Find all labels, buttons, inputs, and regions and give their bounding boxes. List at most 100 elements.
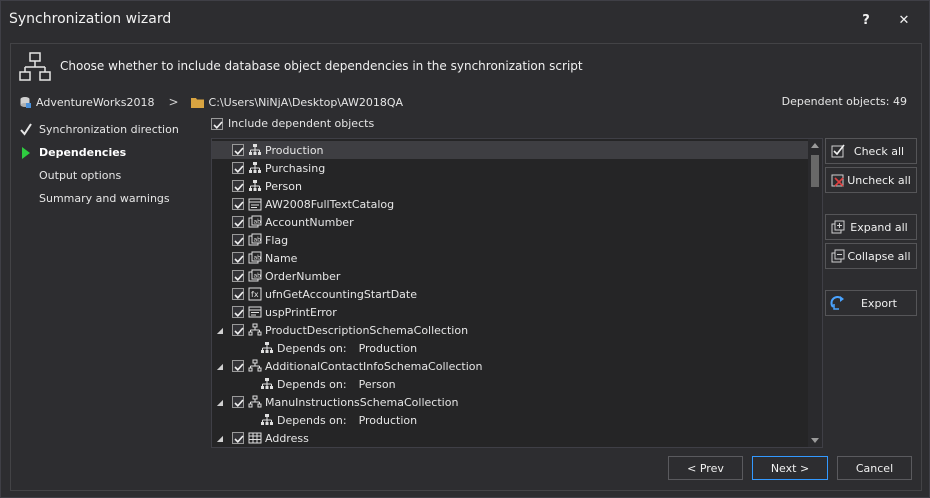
tree-item-checkbox[interactable] [232,252,244,264]
step-label: Output options [39,169,122,182]
export-icon [830,296,844,310]
tree-item[interactable]: AW2008FullTextCatalog [212,195,808,213]
export-button[interactable]: Export [825,290,917,316]
tree-item-checkbox[interactable] [232,396,244,408]
header-description: Choose whether to include database objec… [60,59,583,73]
tree-item[interactable]: ab OrderNumber [212,267,808,285]
user-defined-type-icon: ab [248,269,262,283]
scroll-up-arrow-icon[interactable] [811,143,819,148]
current-step-arrow-icon [22,147,30,159]
tree-item-checkbox[interactable] [232,198,244,210]
depends-on-value: Production [358,341,418,355]
tree-item[interactable]: fx ufnGetAccountingStartDate [212,285,808,303]
dependency-detail-row[interactable]: Depends on: Person [212,375,808,393]
tree-item-checkbox[interactable] [232,162,244,174]
tree-item-label: AccountNumber [265,215,354,229]
tree-item-checkbox[interactable] [232,216,244,228]
tree-item-checkbox[interactable] [232,270,244,282]
tree-item[interactable]: ab Name [212,249,808,267]
tree-item[interactable]: ab AccountNumber [212,213,808,231]
dependency-detail-row[interactable]: Depends on: Production [212,411,808,429]
dependencies-tree[interactable]: Production Purchasing Person AW2008FullText… [211,138,823,448]
help-button[interactable]: ? [854,9,878,31]
tree-item[interactable]: Production [212,141,808,159]
uncheck-all-button[interactable]: Uncheck all [825,167,917,193]
tree-item-checkbox[interactable] [232,324,244,336]
check-all-icon [831,144,845,158]
tree-item-label: ManuInstructionsSchemaCollection [265,395,459,409]
step-label: Dependencies [39,146,127,159]
tree-item[interactable]: ◢ ProductDescriptionSchemaCollection [212,321,808,339]
tree-item[interactable]: ◢ AdditionalContactInfoSchemaCollection [212,357,808,375]
expand-toggle-icon[interactable]: ◢ [214,398,226,407]
svg-text:fx: fx [251,290,259,299]
step-output-options[interactable]: Output options [17,168,207,191]
depends-on-label: Depends on: [277,377,347,391]
user-defined-type-icon: ab [248,215,262,229]
scroll-thumb[interactable] [811,155,819,187]
step-label: Synchronization direction [39,123,179,136]
xml-schema-icon [248,395,262,409]
next-button[interactable]: Next > [752,456,828,480]
check-all-button[interactable]: Check all [825,138,917,164]
tree-item-checkbox[interactable] [232,144,244,156]
schema-icon [248,161,262,175]
tree-item-label: AW2008FullTextCatalog [265,197,395,211]
source-target-path: AdventureWorks2018 > C:\Users\NiNjA\Desk… [19,95,403,109]
table-icon [248,431,262,445]
tree-item-label: ProductDescriptionSchemaCollection [265,323,469,337]
dependency-tree-icon [19,52,51,81]
dependency-detail-row[interactable]: Depends on: Production [212,339,808,357]
step-synchronization-direction[interactable]: Synchronization direction [17,122,207,145]
tree-item-label: Purchasing [265,161,326,175]
tree-item-label: Name [265,251,298,265]
synchronization-wizard-window: Synchronization wizard ? ✕ Choose whethe… [0,0,930,498]
schema-icon [260,413,274,427]
step-dependencies[interactable]: Dependencies [17,145,207,168]
tree-item[interactable]: uspPrintError [212,303,808,321]
database-icon [20,97,31,108]
path-separator: > [168,95,179,109]
tree-scrollbar[interactable] [808,139,822,447]
scroll-down-arrow-icon[interactable] [811,438,819,443]
step-summary-and-warnings[interactable]: Summary and warnings [17,191,207,214]
xml-schema-icon [248,323,262,337]
tree-item[interactable]: ◢ Address [212,429,808,447]
tree-item[interactable]: ◢ ManuInstructionsSchemaCollection [212,393,808,411]
tree-item-label: Flag [265,233,289,247]
expand-all-button[interactable]: Expand all [825,214,917,240]
collapse-all-button[interactable]: Collapse all [825,243,917,269]
folder-icon [190,97,204,108]
tree-item-checkbox[interactable] [232,288,244,300]
title-bar: Synchronization wizard ? ✕ [1,1,929,39]
tree-item[interactable]: Purchasing [212,159,808,177]
folder-path: C:\Users\NiNjA\Desktop\AW2018QA [208,95,403,109]
tree-item-checkbox[interactable] [232,180,244,192]
step-label: Summary and warnings [39,192,170,205]
collapse-all-icon [831,249,845,263]
tree-item-checkbox[interactable] [232,360,244,372]
user-defined-type-icon: ab [248,233,262,247]
tree-item-checkbox[interactable] [232,306,244,318]
include-dependent-objects-label: Include dependent objects [228,117,375,130]
svg-text:ab: ab [254,273,262,280]
svg-text:ab: ab [254,255,262,262]
tree-item[interactable]: ab Flag [212,231,808,249]
include-dependent-objects-option[interactable]: Include dependent objects [211,117,374,130]
dependent-objects-count: Dependent objects: 49 [781,95,907,108]
checkmark-icon [20,123,32,136]
prev-button[interactable]: < Prev [668,456,743,480]
cancel-button[interactable]: Cancel [837,456,912,480]
tree-item-label: Person [265,179,302,193]
close-button[interactable]: ✕ [892,9,916,31]
tree-item-checkbox[interactable] [232,234,244,246]
tree-item-checkbox[interactable] [232,432,244,444]
tree-item-label: uspPrintError [265,305,337,319]
database-name: AdventureWorks2018 [36,95,155,109]
expand-toggle-icon[interactable]: ◢ [214,326,226,335]
tree-item[interactable]: Person [212,177,808,195]
expand-toggle-icon[interactable]: ◢ [214,362,226,371]
include-dependent-objects-checkbox[interactable] [211,117,223,130]
expand-all-icon [831,220,845,234]
expand-toggle-icon[interactable]: ◢ [214,434,226,443]
